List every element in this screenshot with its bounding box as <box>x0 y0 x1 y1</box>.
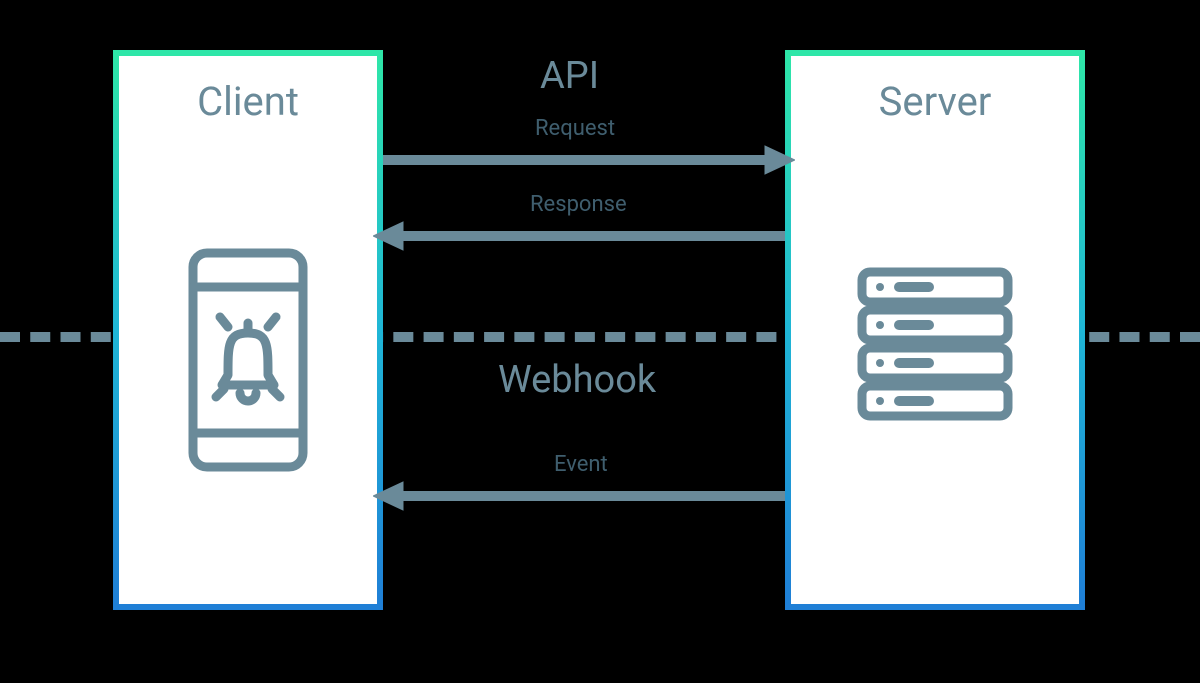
phone-bell-icon <box>113 200 383 520</box>
server-title: Server <box>791 78 1079 125</box>
response-arrow <box>373 218 785 254</box>
event-arrow-label: Event <box>554 452 608 477</box>
server-box: Server <box>785 50 1085 610</box>
client-title: Client <box>119 78 377 125</box>
server-rack-icon <box>785 190 1085 500</box>
client-box: Client <box>113 50 383 610</box>
request-arrow-label: Request <box>535 116 615 141</box>
event-arrow <box>373 478 785 514</box>
api-section-label: API <box>540 54 599 98</box>
request-arrow <box>383 142 795 178</box>
response-arrow-label: Response <box>530 192 627 217</box>
webhook-section-label: Webhook <box>498 358 656 402</box>
